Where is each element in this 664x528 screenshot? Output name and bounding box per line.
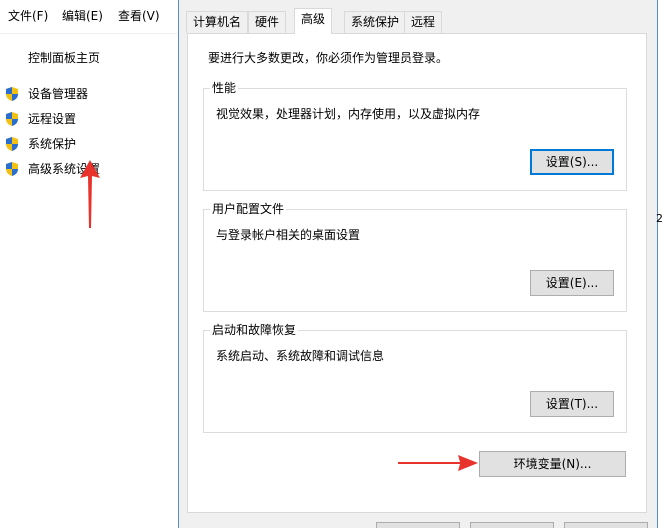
admin-notice: 要进行大多数更改，你必须作为管理员登录。 <box>208 51 449 65</box>
annotation-arrow-right-icon <box>398 455 478 471</box>
tab-computer-name[interactable]: 计算机名 <box>186 11 249 33</box>
startup-recovery-group-title: 启动和故障恢复 <box>210 322 299 338</box>
user-profiles-settings-button[interactable]: 设置(E)... <box>530 270 614 296</box>
user-profiles-group <box>203 209 627 312</box>
background-text-fragment: 2 <box>656 212 663 225</box>
sidebar-item-remote-settings[interactable]: 远程设置 <box>4 110 76 128</box>
sidebar-item-device-manager[interactable]: 设备管理器 <box>4 85 88 103</box>
sidebar-item-label: 系统保护 <box>28 137 77 151</box>
menu-view[interactable]: 查看(V) <box>118 8 160 24</box>
performance-group <box>203 88 627 191</box>
environment-variables-button[interactable]: 环境变量(N)... <box>479 451 626 477</box>
uac-shield-icon <box>6 112 18 126</box>
user-profiles-description: 与登录帐户相关的桌面设置 <box>216 228 361 242</box>
tab-remote[interactable]: 远程 <box>404 11 443 33</box>
tab-hardware[interactable]: 硬件 <box>248 11 287 33</box>
performance-description: 视觉效果，处理器计划，内存使用，以及虚拟内存 <box>216 107 481 121</box>
uac-shield-icon <box>6 137 18 151</box>
menu-file[interactable]: 文件(F) <box>8 8 48 24</box>
sidebar-item-system-protection[interactable]: 系统保护 <box>4 135 76 153</box>
performance-settings-button[interactable]: 设置(S)... <box>530 149 614 175</box>
menu-edit[interactable]: 编辑(E) <box>62 8 103 24</box>
annotation-arrow-up-icon <box>80 160 100 228</box>
apply-button[interactable] <box>564 522 648 528</box>
uac-shield-icon <box>6 87 18 101</box>
uac-shield-icon <box>6 162 18 176</box>
startup-recovery-group <box>203 330 627 433</box>
cancel-button[interactable] <box>470 522 554 528</box>
menu-bar: 文件(F) 编辑(E) 查看(V) <box>0 8 180 32</box>
sidebar-item-label: 远程设置 <box>28 112 77 126</box>
user-profiles-group-title: 用户配置文件 <box>210 201 287 217</box>
startup-recovery-description: 系统启动、系统故障和调试信息 <box>216 349 385 363</box>
tab-advanced[interactable]: 高级 <box>294 8 333 34</box>
screen: { "left_window": { "menu": ["文件(F)", "编辑… <box>0 0 664 528</box>
menu-bar-divider <box>0 33 180 34</box>
performance-group-title: 性能 <box>210 80 239 96</box>
sidebar-item-label: 设备管理器 <box>28 87 89 101</box>
ok-button[interactable] <box>376 522 460 528</box>
control-panel-home-link[interactable]: 控制面板主页 <box>28 50 100 66</box>
startup-recovery-settings-button[interactable]: 设置(T)... <box>530 391 614 417</box>
tab-system-protection[interactable]: 系统保护 <box>344 11 407 33</box>
